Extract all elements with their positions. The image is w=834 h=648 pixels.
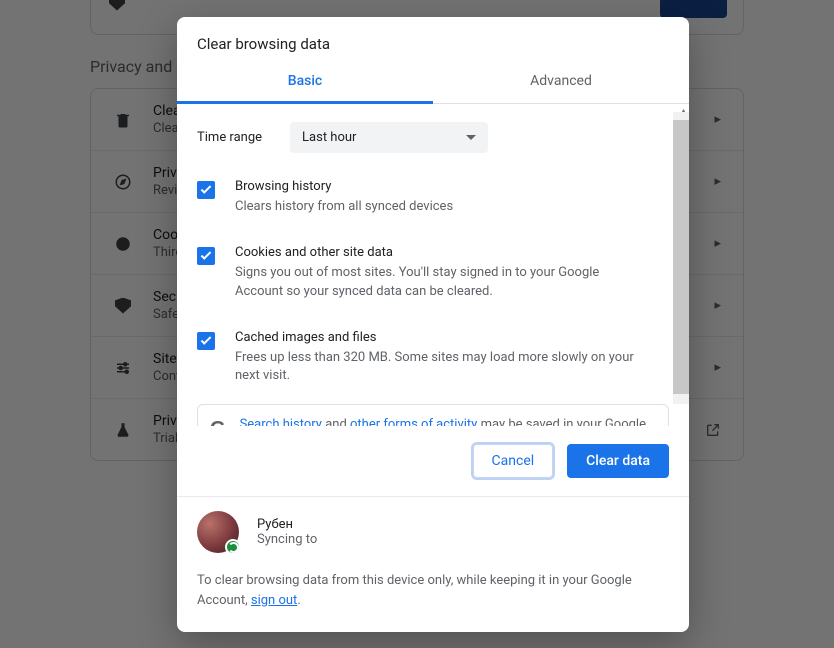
google-activity-info: G Search history and other forms of acti… [197, 404, 669, 426]
dialog-actions: Cancel Clear data [177, 426, 689, 497]
sync-badge-icon [225, 539, 241, 555]
time-range-select[interactable]: Last hour [290, 122, 488, 153]
option-cookies[interactable]: Cookies and other site data Signs you ou… [197, 231, 669, 316]
google-logo-icon: G [210, 415, 226, 426]
clear-data-button[interactable]: Clear data [567, 444, 669, 478]
option-browsing-history[interactable]: Browsing history Clears history from all… [197, 165, 669, 231]
sign-out-note: To clear browsing data from this device … [177, 567, 689, 632]
chevron-down-icon [466, 135, 476, 140]
dialog-tabs: Basic Advanced [177, 63, 689, 104]
profile-status: Syncing to [257, 532, 317, 547]
checkbox-cookies[interactable] [197, 247, 215, 265]
cancel-button[interactable]: Cancel [473, 444, 554, 478]
dialog-title: Clear browsing data [177, 17, 689, 63]
checkbox-cache[interactable] [197, 332, 215, 350]
sign-out-link[interactable]: sign out [251, 593, 297, 608]
other-activity-link[interactable]: other forms of activity [350, 417, 477, 426]
tab-advanced[interactable]: Advanced [433, 63, 689, 103]
time-range-value: Last hour [302, 130, 356, 145]
time-range-label: Time range [197, 130, 262, 145]
option-cache[interactable]: Cached images and files Frees up less th… [197, 316, 669, 401]
profile-name: Рубен [257, 517, 317, 532]
profile-row: Рубен Syncing to [177, 497, 689, 567]
search-history-link[interactable]: Search history [240, 417, 322, 426]
scrollbar-thumb[interactable] [673, 120, 689, 394]
checkbox-browsing-history[interactable] [197, 181, 215, 199]
tab-basic[interactable]: Basic [177, 63, 433, 104]
clear-browsing-data-dialog: Clear browsing data Basic Advanced ▴ Tim… [177, 17, 689, 632]
